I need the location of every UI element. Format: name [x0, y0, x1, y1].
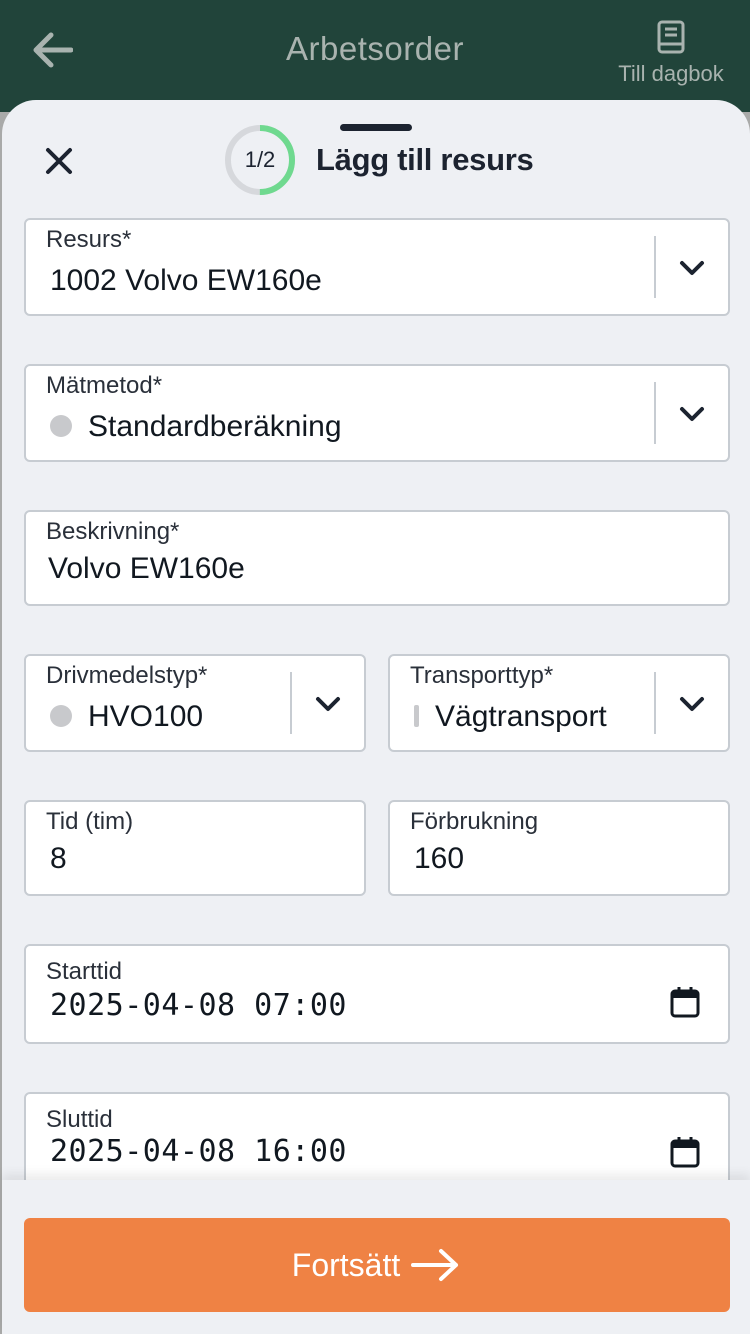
end-time-label: Sluttid	[46, 1106, 113, 1133]
fuel-label: Drivmedelstyp*	[46, 662, 208, 689]
time-label: Tid (tim)	[46, 808, 134, 835]
drag-handle[interactable]	[340, 124, 412, 131]
chevron-down-icon	[672, 248, 712, 288]
select-divider	[654, 382, 656, 444]
chevron-down-icon	[672, 394, 712, 434]
time-value[interactable]: 8	[50, 842, 67, 876]
fuel-value: HVO100	[88, 700, 204, 733]
step-progress: 1/2	[224, 124, 296, 196]
method-select[interactable]: Mätmetod* Standardberäkning	[24, 364, 730, 462]
status-bar	[414, 705, 419, 728]
end-time-field[interactable]: Sluttid 2025-04-08 16:00	[24, 1092, 730, 1192]
description-field[interactable]: Beskrivning* Volvo EW160e	[24, 510, 730, 606]
diary-button[interactable]: Till dagbok	[612, 20, 730, 87]
consumption-field[interactable]: Förbrukning 160	[388, 800, 730, 896]
select-divider	[654, 672, 656, 734]
description-value[interactable]: Volvo EW160e	[48, 552, 245, 586]
add-resource-sheet: 1/2 Lägg till resurs Resurs* 1002 Volvo …	[2, 100, 750, 1334]
transport-value: Vägtransport	[435, 700, 607, 733]
resource-value: 1002 Volvo EW160e	[50, 264, 322, 297]
select-divider	[654, 236, 656, 298]
transport-select[interactable]: Transporttyp* Vägtransport	[388, 654, 730, 752]
fuel-value-wrap: HVO100	[50, 700, 203, 734]
continue-button[interactable]: Fortsätt	[24, 1218, 730, 1312]
calendar-icon[interactable]	[670, 1136, 700, 1168]
resource-label: Resurs*	[46, 226, 132, 253]
diary-label: Till dagbok	[618, 61, 724, 86]
chevron-down-icon	[308, 684, 348, 724]
app-bar: Arbetsorder Till dagbok	[0, 0, 750, 112]
sheet-footer: Fortsätt	[2, 1180, 750, 1334]
start-time-value[interactable]: 2025-04-08 07:00	[50, 988, 347, 1023]
method-value-wrap: Standardberäkning	[50, 410, 342, 444]
arrow-right-icon	[411, 1249, 459, 1281]
method-value: Standardberäkning	[88, 410, 342, 443]
close-button[interactable]	[36, 138, 82, 184]
continue-label: Fortsätt	[291, 1246, 401, 1283]
fuel-select[interactable]: Drivmedelstyp* HVO100	[24, 654, 366, 752]
start-time-field[interactable]: Starttid 2025-04-08 07:00	[24, 944, 730, 1044]
end-time-value[interactable]: 2025-04-08 16:00	[50, 1134, 347, 1169]
start-time-label: Starttid	[46, 958, 123, 985]
sheet-title: Lägg till resurs	[316, 142, 534, 177]
chevron-down-icon	[672, 684, 712, 724]
consumption-label: Förbrukning	[410, 808, 539, 835]
consumption-value[interactable]: 160	[414, 842, 464, 876]
select-divider	[290, 672, 292, 734]
method-label: Mätmetod*	[46, 372, 163, 399]
transport-label: Transporttyp*	[410, 662, 554, 689]
time-field[interactable]: Tid (tim) 8	[24, 800, 366, 896]
transport-value-wrap: Vägtransport	[414, 700, 607, 734]
calendar-icon[interactable]	[670, 986, 700, 1018]
step-indicator: 1/2	[244, 147, 276, 172]
status-dot	[50, 705, 72, 728]
status-dot	[50, 415, 72, 438]
close-icon	[46, 148, 72, 174]
book-icon	[657, 20, 685, 54]
resource-select[interactable]: Resurs* 1002 Volvo EW160e	[24, 218, 730, 316]
description-label: Beskrivning*	[46, 518, 180, 545]
